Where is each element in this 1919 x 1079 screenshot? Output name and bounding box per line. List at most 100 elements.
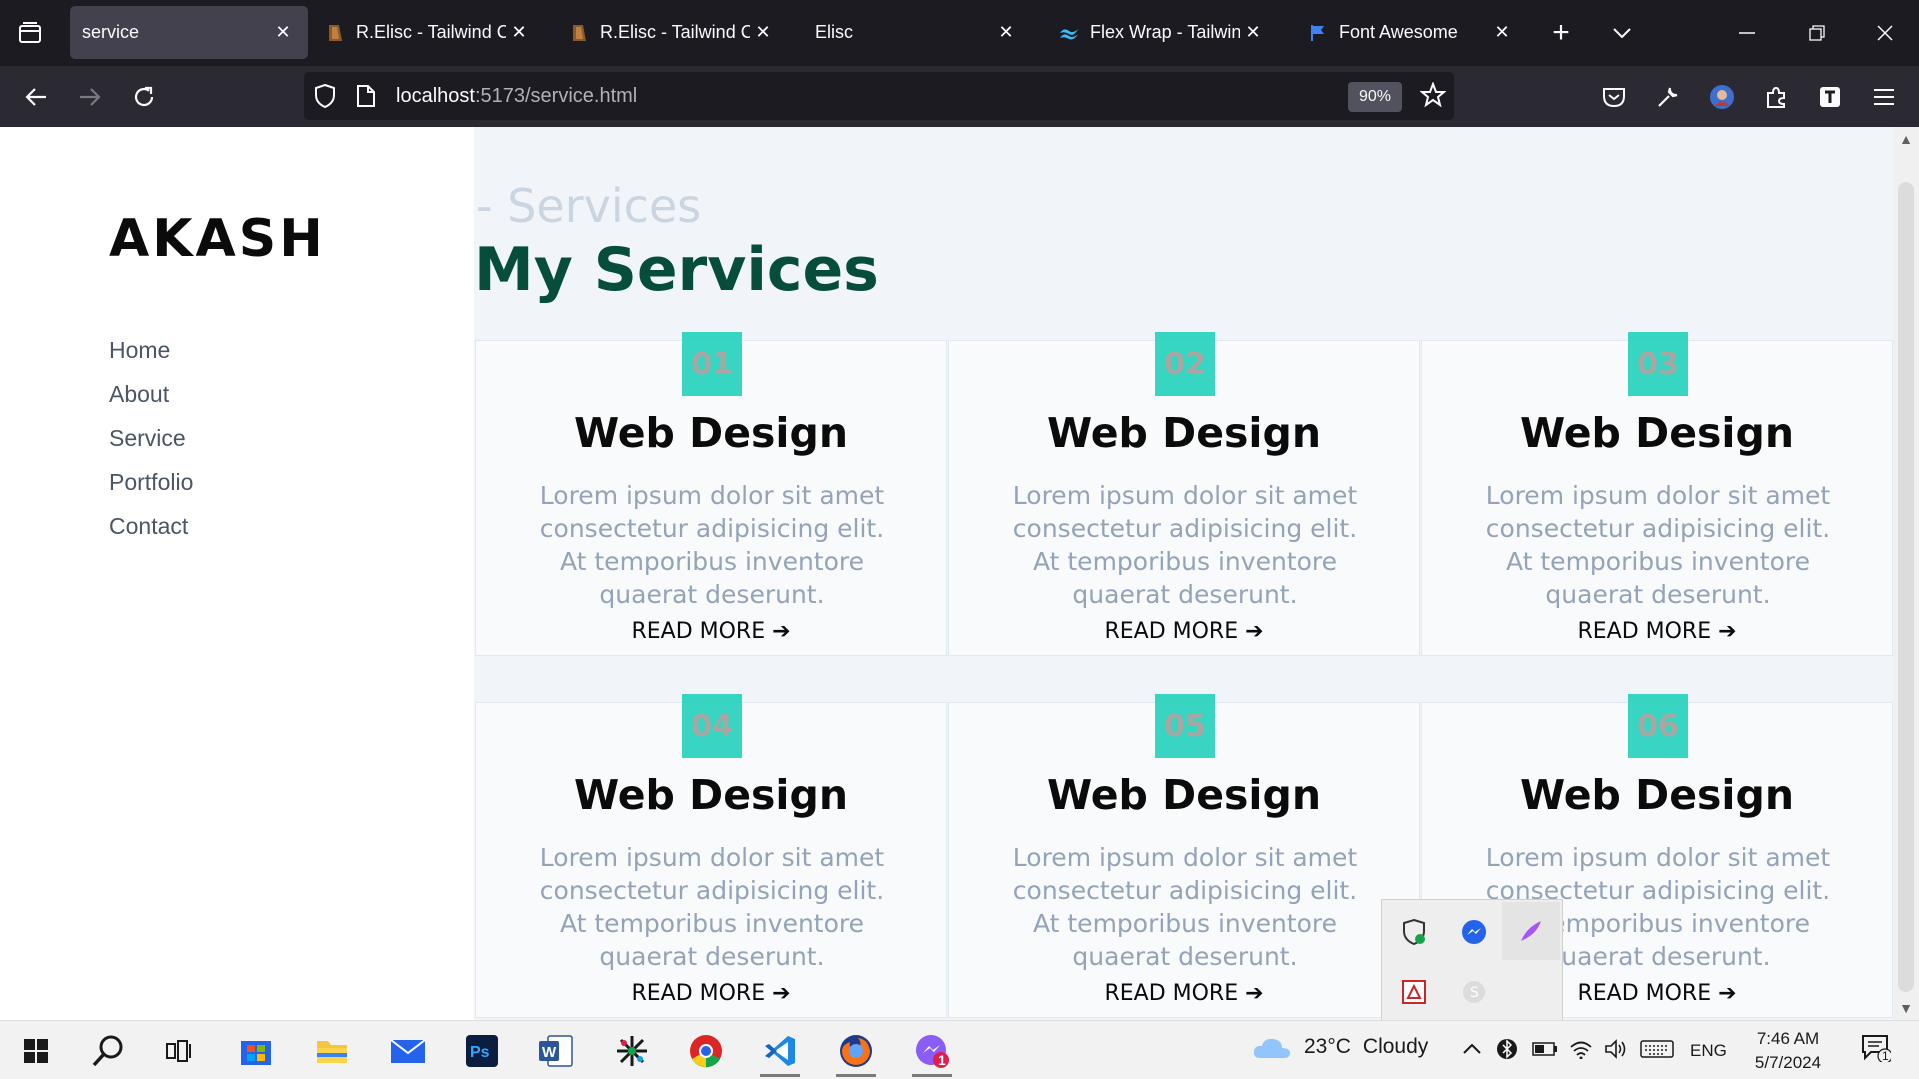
close-tab-icon[interactable]: ✕	[750, 20, 776, 46]
scrollbar-thumb[interactable]	[1898, 182, 1914, 992]
page-info-icon[interactable]	[356, 84, 376, 113]
scroll-down-arrow-icon[interactable]: ▼	[1893, 996, 1919, 1020]
url-text[interactable]: localhost:5173/service.html	[396, 85, 637, 108]
reader-extension-icon[interactable]	[1813, 80, 1847, 114]
tab-title: R.Elisc - Tailwind CSS	[356, 22, 506, 42]
brand-logo[interactable]: AKASH	[109, 209, 326, 269]
scroll-up-arrow-icon[interactable]: ▲	[1893, 127, 1919, 151]
url-host: localhost	[396, 85, 475, 107]
tab-relisc-1[interactable]: R.Elisc - Tailwind CSS ✕	[312, 6, 544, 59]
service-card: 01 Web Design Lorem ipsum dolor sit amet…	[475, 332, 947, 656]
touch-keyboard-icon[interactable]	[1638, 1036, 1676, 1062]
close-tab-icon[interactable]: ✕	[506, 20, 532, 46]
security-shield-icon[interactable]	[1392, 910, 1436, 954]
restore-window-icon[interactable]	[1800, 18, 1834, 48]
weather-widget[interactable]: 23°C Cloudy	[1252, 1034, 1428, 1060]
new-tab-icon[interactable]: +	[1544, 16, 1578, 49]
snip-app-icon[interactable]	[604, 1025, 660, 1077]
relisc-favicon-icon	[568, 22, 590, 44]
windows-start-icon[interactable]	[8, 1025, 64, 1077]
card-title: Web Design	[573, 409, 849, 457]
svg-text:W: W	[542, 1044, 557, 1061]
word-icon[interactable]: W	[528, 1025, 584, 1077]
sidebar-nav: Home About Service Portfolio Contact	[109, 337, 193, 557]
card-number-badge: 03	[1628, 332, 1688, 396]
file-explorer-icon[interactable]	[304, 1025, 360, 1077]
read-more-label: READ MORE	[631, 619, 766, 644]
sidebar: AKASH Home About Service Portfolio Conta…	[0, 127, 474, 1020]
microsoft-store-icon[interactable]	[228, 1025, 284, 1077]
tab-title: service	[82, 22, 140, 42]
show-hidden-icons-chevron-up-icon[interactable]	[1460, 1036, 1484, 1062]
pdf-reader-icon[interactable]	[1392, 970, 1436, 1014]
task-view-icon[interactable]	[152, 1025, 208, 1077]
extensions-puzzle-icon[interactable]	[1759, 80, 1793, 114]
tab-font-awesome[interactable]: Font Awesome ✕	[1295, 6, 1527, 59]
account-avatar[interactable]	[1705, 80, 1739, 114]
weather-condition: Cloudy	[1362, 1035, 1429, 1058]
clock-time: 7:46 AM	[1756, 1029, 1820, 1048]
tab-elisc[interactable]: Elisc ✕	[803, 6, 1031, 59]
wrench-icon[interactable]	[1651, 80, 1685, 114]
relisc-favicon-icon	[324, 22, 346, 44]
card-description: Lorem ipsum dolor sit amet consectetur a…	[539, 481, 885, 609]
card-title: Web Design	[1046, 771, 1322, 819]
chrome-icon[interactable]	[678, 1025, 734, 1077]
system-clock[interactable]: 7:46 AM 5/7/2024	[1748, 1027, 1828, 1075]
forward-arrow-icon[interactable]	[73, 80, 107, 114]
tab-relisc-2[interactable]: R.Elisc - Tailwind CSS ✕	[556, 6, 788, 59]
vscode-icon[interactable]	[752, 1025, 808, 1077]
nav-link-about[interactable]: About	[109, 381, 193, 425]
close-tab-icon[interactable]: ✕	[1240, 20, 1266, 46]
input-language-indicator[interactable]: ENG	[1690, 1041, 1727, 1061]
tab-service[interactable]: service ✕	[70, 6, 308, 59]
hamburger-menu-icon[interactable]	[1867, 80, 1901, 114]
pocket-icon[interactable]	[1597, 80, 1631, 114]
read-more-label: READ MORE	[631, 981, 766, 1006]
reload-icon[interactable]	[127, 80, 161, 114]
read-more-link[interactable]: READ MORE ➔	[1422, 619, 1892, 644]
card-title: Web Design	[1519, 409, 1795, 457]
address-bar[interactable]: localhost:5173/service.html 90%	[304, 72, 1454, 120]
weather-temperature: 23°C	[1304, 1035, 1351, 1058]
firefox-icon[interactable]	[828, 1025, 884, 1077]
page-scrollbar[interactable]: ▲ ▼	[1893, 127, 1919, 1020]
read-more-link[interactable]: READ MORE ➔	[476, 981, 946, 1006]
feather-app-icon[interactable]	[1502, 902, 1560, 960]
notification-center-icon[interactable]: 1	[1856, 1031, 1896, 1065]
read-more-link[interactable]: READ MORE ➔	[476, 619, 946, 644]
minimize-window-icon[interactable]	[1730, 18, 1764, 48]
arrow-right-icon: ➔	[1245, 619, 1264, 644]
tracking-protection-shield-icon[interactable]	[314, 83, 336, 113]
close-tab-icon[interactable]: ✕	[270, 20, 296, 46]
close-tab-icon[interactable]: ✕	[993, 20, 1019, 46]
bookmark-star-icon[interactable]	[1419, 81, 1447, 113]
wifi-icon[interactable]	[1568, 1036, 1594, 1062]
close-window-icon[interactable]	[1868, 18, 1902, 48]
tab-list-icon[interactable]	[14, 17, 46, 49]
arrow-right-icon: ➔	[1245, 981, 1264, 1006]
tab-flex-wrap[interactable]: Flex Wrap - Tailwind ✕	[1046, 6, 1278, 59]
list-all-tabs-chevron-icon[interactable]	[1605, 18, 1639, 48]
nav-link-service[interactable]: Service	[109, 425, 193, 469]
mail-icon[interactable]	[380, 1025, 436, 1077]
nav-link-portfolio[interactable]: Portfolio	[109, 469, 193, 513]
photoshop-icon[interactable]: Ps	[454, 1025, 510, 1077]
bluetooth-app-icon[interactable]	[1494, 1036, 1520, 1062]
search-icon[interactable]	[80, 1025, 136, 1077]
nav-link-home[interactable]: Home	[109, 337, 193, 381]
service-card: 05 Web Design Lorem ipsum dolor sit amet…	[948, 694, 1420, 1018]
battery-icon[interactable]	[1530, 1036, 1560, 1062]
close-tab-icon[interactable]: ✕	[1489, 20, 1515, 46]
navigation-toolbar: localhost:5173/service.html 90%	[0, 66, 1919, 127]
read-more-link[interactable]: READ MORE ➔	[949, 981, 1419, 1006]
messenger-taskbar-icon[interactable]: 1	[904, 1025, 960, 1077]
nav-link-contact[interactable]: Contact	[109, 513, 193, 557]
back-arrow-icon[interactable]	[19, 80, 53, 114]
read-more-link[interactable]: READ MORE ➔	[949, 619, 1419, 644]
zoom-level-button[interactable]: 90%	[1348, 82, 1402, 112]
card-number-badge: 01	[682, 332, 742, 396]
messenger-icon[interactable]	[1452, 910, 1496, 954]
skype-icon[interactable]: S	[1452, 970, 1496, 1014]
volume-speaker-icon[interactable]	[1602, 1036, 1630, 1062]
